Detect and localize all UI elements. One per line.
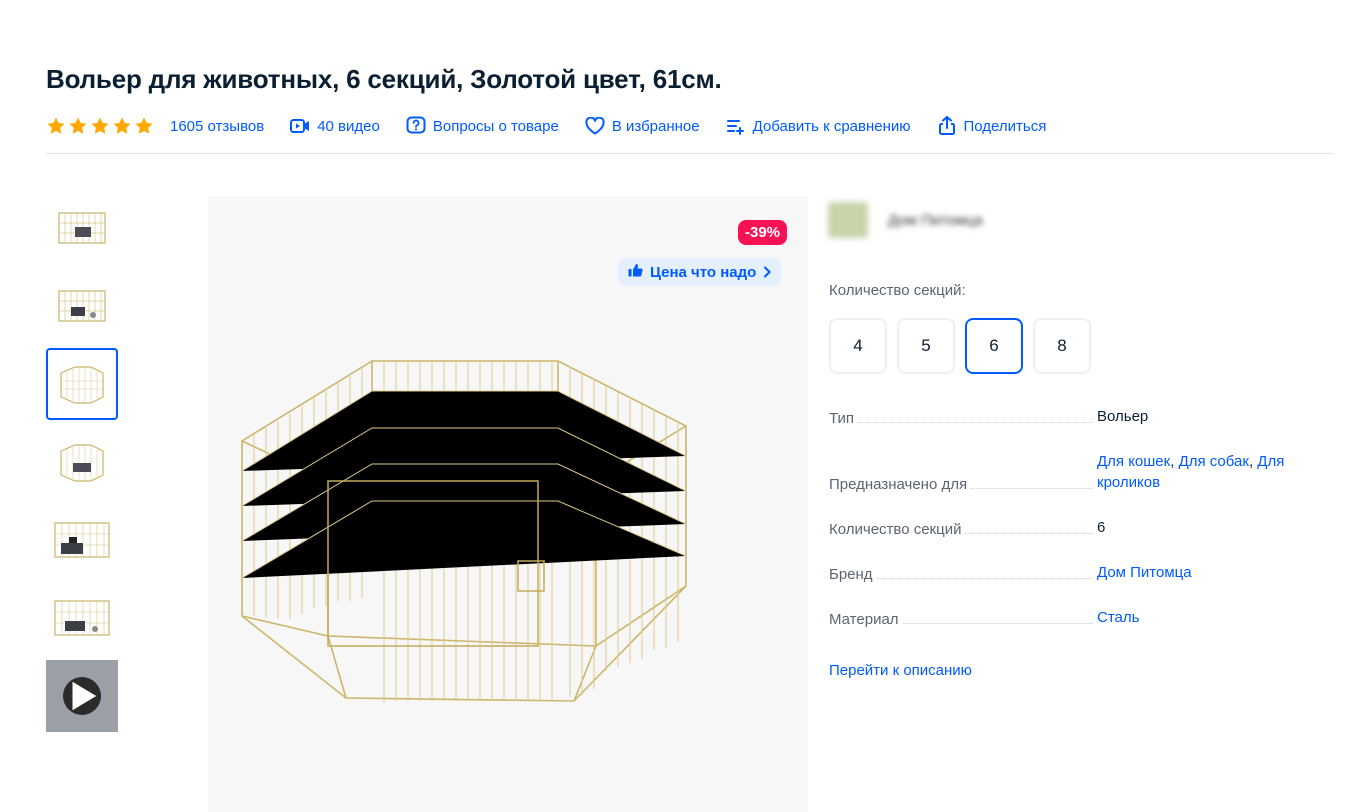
spec-dots bbox=[876, 578, 1093, 579]
cage-thumbnail-image bbox=[54, 522, 110, 558]
spec-key: Бренд bbox=[829, 566, 873, 583]
spec-row-material: Материал Сталь bbox=[829, 607, 1329, 628]
thumbnail-2[interactable] bbox=[46, 270, 118, 342]
spec-value: Вольер bbox=[1097, 408, 1149, 425]
questions-link[interactable]: Вопросы о товаре bbox=[406, 114, 559, 138]
video-icon bbox=[290, 116, 310, 136]
sections-label: Количество секций: bbox=[829, 282, 966, 299]
thumbnail-video[interactable] bbox=[46, 660, 118, 732]
spec-value: 6 bbox=[1097, 519, 1106, 536]
question-icon bbox=[406, 116, 426, 136]
spec-link-material[interactable]: Сталь bbox=[1097, 609, 1139, 626]
spec-dots bbox=[971, 488, 1093, 489]
spec-key: Количество секций bbox=[829, 521, 962, 538]
spec-link-cats[interactable]: Для кошек bbox=[1097, 453, 1170, 470]
specs-list: Тип Вольер Предназначено для Для кошек, … bbox=[829, 406, 1329, 652]
cage-main-image bbox=[241, 360, 687, 703]
spec-value: Для кошек, Для собак, Для кроликов bbox=[1097, 453, 1285, 491]
thumbnail-3[interactable] bbox=[46, 348, 118, 420]
star-icon bbox=[91, 117, 109, 134]
share-icon bbox=[937, 116, 957, 136]
spec-dots bbox=[902, 623, 1093, 624]
seller-logo bbox=[828, 202, 868, 238]
spec-row-brand: Бренд Дом Питомца bbox=[829, 562, 1329, 583]
compare-label: Добавить к сравнению bbox=[752, 117, 911, 135]
favorite-button[interactable]: В избранное bbox=[585, 114, 700, 138]
cage-thumbnail-image bbox=[58, 290, 106, 322]
compare-icon bbox=[726, 116, 746, 136]
videos-link[interactable]: 40 видео bbox=[290, 114, 380, 138]
thumbnail-6[interactable] bbox=[46, 582, 118, 654]
thumbnail-4[interactable] bbox=[46, 426, 118, 498]
share-button[interactable]: Поделиться bbox=[937, 114, 1047, 138]
play-icon bbox=[63, 677, 101, 715]
spec-dots bbox=[858, 422, 1093, 423]
section-option-4[interactable]: 4 bbox=[829, 318, 887, 374]
favorite-label: В избранное bbox=[611, 117, 700, 135]
goto-description-link[interactable]: Перейти к описанию bbox=[829, 662, 972, 679]
sections-selector: 4 5 6 8 bbox=[829, 318, 1101, 374]
price-quality-label: Цена что надо bbox=[650, 263, 757, 281]
cage-thumbnail-image bbox=[60, 366, 104, 404]
thumbnail-5[interactable] bbox=[46, 504, 118, 576]
product-meta-bar: 1605 отзывов 40 видео Вопросы о товаре В… bbox=[46, 114, 1334, 154]
rating-reviews-link[interactable]: 1605 отзывов bbox=[46, 114, 264, 138]
compare-button[interactable]: Добавить к сравнению bbox=[726, 114, 911, 138]
heart-icon bbox=[585, 116, 605, 136]
rating-stars bbox=[46, 116, 156, 136]
thumbnail-1[interactable] bbox=[46, 192, 118, 264]
questions-label: Вопросы о товаре bbox=[432, 117, 559, 135]
thumbs-up-icon bbox=[628, 263, 643, 281]
seller-name: Дом Питомца bbox=[888, 211, 983, 229]
product-title: Вольер для животных, 6 секций, Золотой ц… bbox=[46, 64, 722, 94]
spec-row-purpose: Предназначено для Для кошек, Для собак, … bbox=[829, 451, 1329, 493]
star-icon bbox=[47, 117, 65, 134]
cage-thumbnail-image bbox=[54, 600, 110, 636]
main-product-image[interactable] bbox=[208, 196, 808, 812]
spec-key: Предназначено для bbox=[829, 476, 968, 493]
cage-thumbnail-image bbox=[58, 212, 106, 244]
spec-link-brand[interactable]: Дом Питомца bbox=[1097, 564, 1192, 581]
spec-link-dogs[interactable]: Для собак bbox=[1179, 453, 1249, 470]
chevron-right-icon bbox=[763, 266, 772, 278]
price-quality-badge[interactable]: Цена что надо bbox=[618, 258, 782, 286]
star-icon bbox=[113, 117, 131, 134]
section-option-5[interactable]: 5 bbox=[897, 318, 955, 374]
star-icon bbox=[135, 117, 153, 134]
seller-block[interactable]: Дом Питомца bbox=[828, 202, 983, 238]
share-label: Поделиться bbox=[963, 117, 1047, 135]
cage-thumbnail-image bbox=[60, 444, 104, 482]
section-option-6[interactable]: 6 bbox=[965, 318, 1023, 374]
image-thumbnails bbox=[46, 192, 120, 738]
videos-label: 40 видео bbox=[317, 117, 380, 135]
spec-dots bbox=[965, 533, 1093, 534]
star-icon bbox=[69, 117, 87, 134]
section-option-8[interactable]: 8 bbox=[1033, 318, 1091, 374]
spec-row-type: Тип Вольер bbox=[829, 406, 1329, 427]
reviews-count: 1605 отзывов bbox=[170, 117, 265, 135]
spec-row-count: Количество секций 6 bbox=[829, 517, 1329, 538]
spec-key: Материал bbox=[829, 611, 899, 628]
discount-badge: -39% bbox=[738, 220, 788, 245]
spec-key: Тип bbox=[829, 410, 855, 427]
